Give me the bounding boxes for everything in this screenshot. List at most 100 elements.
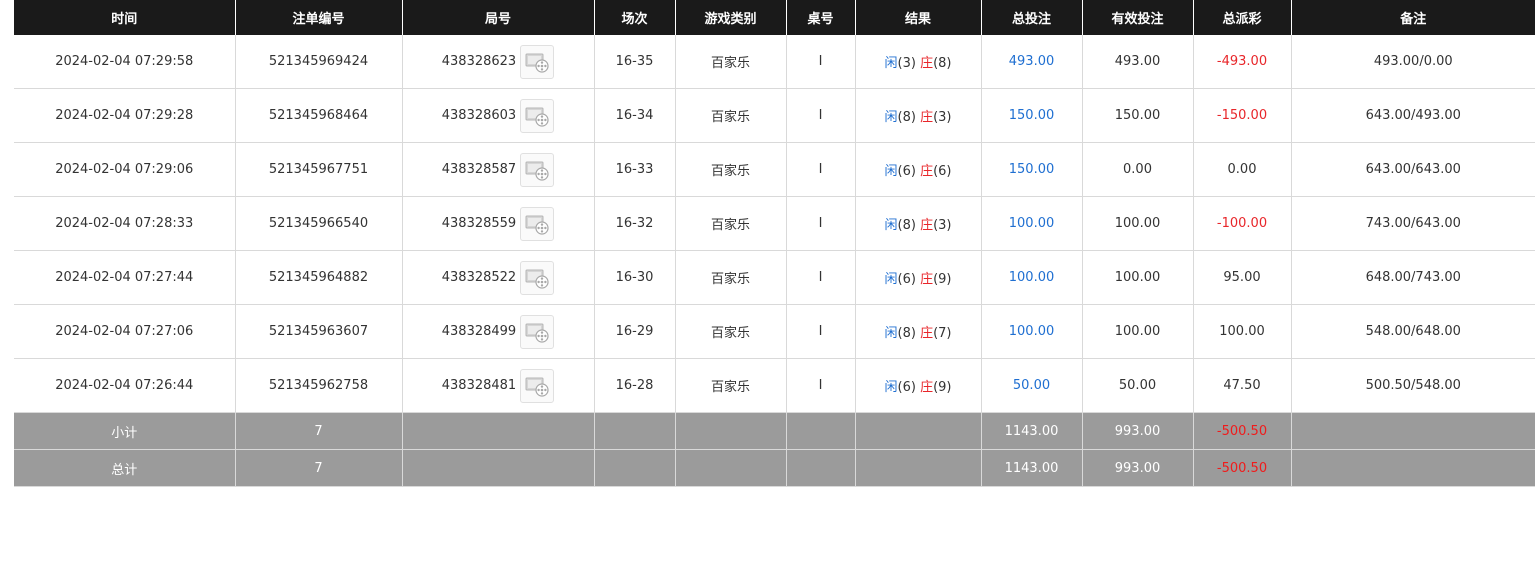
cell-session: 16-32 [594,196,676,251]
cell-time: 2024-02-04 07:29:28 [14,88,236,143]
cell-table-no: I [786,196,856,251]
result-banker-value: (7) [933,326,952,341]
cell-note: 648.00/743.00 [1291,250,1535,305]
cell-total-bet: 493.00 [981,35,1083,89]
cell-game-type: 百家乐 [675,88,787,143]
result-banker-label: 庄 [920,380,934,395]
cell-payout: -493.00 [1193,35,1292,89]
cell-bet-id: 521345962758 [235,358,403,413]
cell-note: 548.00/648.00 [1291,304,1535,359]
replay-video-button[interactable] [520,206,555,241]
cell-total-bet: 50.00 [981,358,1083,413]
replay-video-button[interactable] [520,44,555,79]
cell-valid-bet: 150.00 [1082,88,1194,143]
cell-valid-bet: 100.00 [1082,196,1194,251]
cell-result: 闲(6) 庄(9) [855,358,982,413]
result-banker-value: (3) [933,218,952,233]
cell-payout: -100.00 [1193,196,1292,251]
replay-video-icon [525,215,549,235]
replay-video-icon [525,269,549,289]
cell-note: 493.00/0.00 [1291,35,1535,89]
bet-records-panel: 时间 注单编号 局号 场次 游戏类别 桌号 结果 总投注 有效投注 总派彩 备注… [14,0,1535,487]
cell-session: 16-34 [594,88,676,143]
cell-game-type: 百家乐 [675,142,787,197]
cell-valid-bet: 100.00 [1082,304,1194,359]
round-number: 438328559 [441,216,517,231]
cell-total-bet: 100.00 [981,250,1083,305]
cell-bet-id: 521345963607 [235,304,403,359]
replay-video-button[interactable] [520,152,555,187]
cell-result: 闲(8) 庄(7) [855,304,982,359]
cell-bet-id: 521345969424 [235,35,403,89]
cell-time: 2024-02-04 07:29:06 [14,142,236,197]
result-banker-value: (3) [933,110,952,125]
result-player-value: (8) [897,110,916,125]
cell-valid-bet: 50.00 [1082,358,1194,413]
subtotal-count: 7 [235,412,403,450]
cell-time: 2024-02-04 07:27:44 [14,250,236,305]
cell-payout: 95.00 [1193,250,1292,305]
result-player-label: 闲 [884,110,898,125]
cell-time: 2024-02-04 07:29:58 [14,35,236,89]
cell-total-bet: 150.00 [981,88,1083,143]
replay-video-button[interactable] [520,98,555,133]
cell-game-type: 百家乐 [675,250,787,305]
replay-video-button[interactable] [520,368,555,403]
subtotal-total-bet: 1143.00 [981,412,1083,450]
cell-result: 闲(8) 庄(3) [855,196,982,251]
table-row: 2024-02-04 07:28:33 521345966540 4383285… [14,196,1535,251]
cell-bet-id: 521345967751 [235,142,403,197]
cell-round: 438328522 [402,250,595,305]
cell-total-bet: 100.00 [981,196,1083,251]
grandtotal-total-bet: 1143.00 [981,449,1083,487]
table-row: 2024-02-04 07:29:06 521345967751 4383285… [14,142,1535,197]
subtotal-payout: -500.50 [1216,423,1268,439]
cell-table-no: I [786,358,856,413]
cell-round: 438328603 [402,88,595,143]
cell-table-no: I [786,304,856,359]
subtotal-valid-bet: 993.00 [1082,412,1194,450]
result-banker-label: 庄 [920,164,934,179]
header-total-bet: 总投注 [981,0,1083,35]
cell-payout: 100.00 [1193,304,1292,359]
cell-round: 438328481 [402,358,595,413]
cell-note: 643.00/493.00 [1291,88,1535,143]
table-row: 2024-02-04 07:29:58 521345969424 4383286… [14,35,1535,89]
cell-game-type: 百家乐 [675,196,787,251]
cell-time: 2024-02-04 07:28:33 [14,196,236,251]
cell-session: 16-30 [594,250,676,305]
header-valid-bet: 有效投注 [1082,0,1194,35]
round-number: 438328522 [441,270,517,285]
round-number: 438328603 [441,108,517,123]
table-row: 2024-02-04 07:27:06 521345963607 4383284… [14,304,1535,359]
cell-valid-bet: 100.00 [1082,250,1194,305]
cell-game-type: 百家乐 [675,358,787,413]
cell-bet-id: 521345966540 [235,196,403,251]
grandtotal-count: 7 [235,449,403,487]
cell-result: 闲(6) 庄(6) [855,142,982,197]
result-banker-value: (8) [933,56,952,71]
header-round: 局号 [402,0,595,35]
cell-time: 2024-02-04 07:27:06 [14,304,236,359]
cell-note: 500.50/548.00 [1291,358,1535,413]
cell-note: 643.00/643.00 [1291,142,1535,197]
header-total-payout: 总派彩 [1193,0,1292,35]
subtotal-row: 小计 7 1143.00 993.00 -500.50 [14,412,1535,450]
round-number: 438328623 [441,54,517,69]
result-banker-label: 庄 [920,326,934,341]
cell-total-bet: 100.00 [981,304,1083,359]
result-player-value: (6) [897,272,916,287]
result-banker-label: 庄 [920,272,934,287]
result-banker-label: 庄 [920,56,934,71]
cell-result: 闲(6) 庄(9) [855,250,982,305]
result-player-label: 闲 [884,164,898,179]
result-banker-value: (9) [933,380,952,395]
replay-video-button[interactable] [520,260,555,295]
cell-session: 16-28 [594,358,676,413]
replay-video-button[interactable] [520,314,555,349]
cell-valid-bet: 0.00 [1082,142,1194,197]
table-body: 2024-02-04 07:29:58 521345969424 4383286… [14,35,1535,413]
cell-payout: 0.00 [1193,142,1292,197]
table-row: 2024-02-04 07:27:44 521345964882 4383285… [14,250,1535,305]
replay-video-icon [525,323,549,343]
